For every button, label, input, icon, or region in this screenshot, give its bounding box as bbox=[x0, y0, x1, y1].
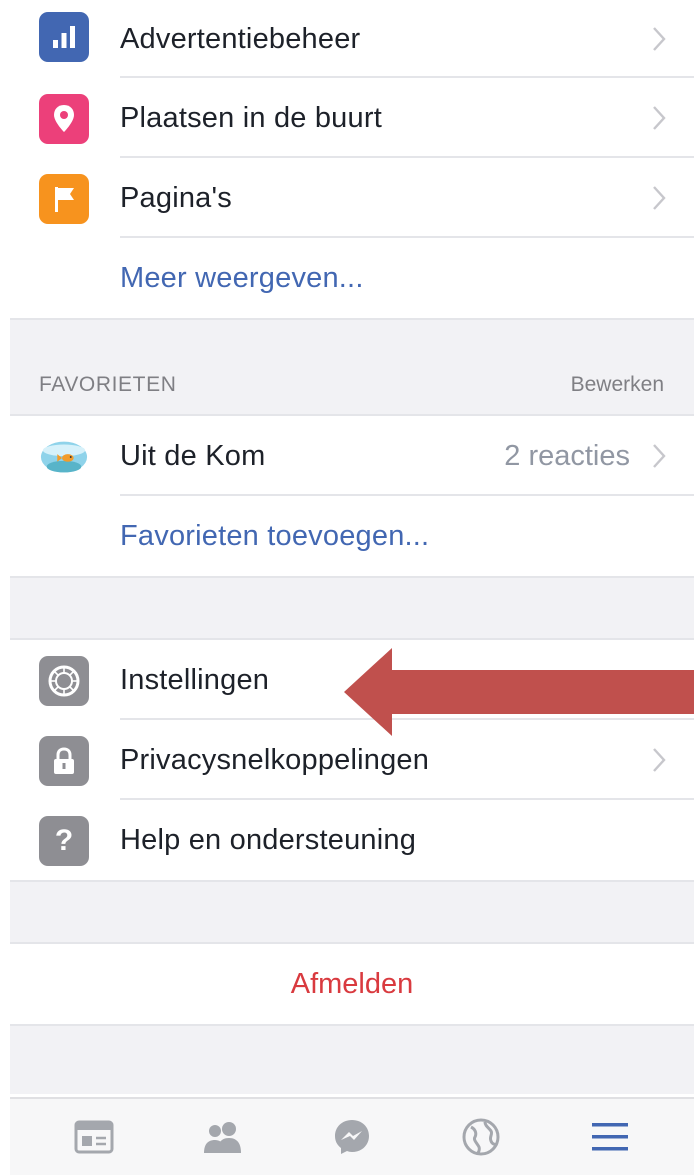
flag-icon bbox=[39, 174, 89, 224]
annotation-arrow bbox=[344, 648, 694, 736]
chevron-right-icon bbox=[653, 444, 666, 468]
location-pin-icon bbox=[39, 94, 89, 144]
menu-item-label: Pagina's bbox=[120, 181, 232, 214]
menu-item-places-nearby[interactable]: Plaatsen in de buurt bbox=[10, 78, 694, 158]
menu-screen: Advertentiebeheer Plaatsen in de buurt P… bbox=[10, 0, 694, 1175]
messenger-icon bbox=[334, 1120, 369, 1154]
reactions-count: 2 reacties bbox=[504, 439, 630, 472]
menu-item-label: Plaatsen in de buurt bbox=[120, 101, 382, 134]
friends-icon bbox=[204, 1122, 242, 1153]
gear-icon bbox=[39, 656, 89, 706]
logout-button[interactable]: Afmelden bbox=[291, 968, 414, 1001]
favorite-item-uit-de-kom[interactable]: Uit de Kom 2 reacties bbox=[10, 416, 694, 496]
add-favorites-link[interactable]: Favorieten toevoegen... bbox=[120, 520, 429, 553]
lock-icon bbox=[39, 736, 89, 786]
globe-icon bbox=[462, 1118, 500, 1156]
favorites-section-header: FAVORIETEN Bewerken bbox=[10, 318, 694, 416]
section-gap bbox=[10, 880, 694, 944]
tab-messenger[interactable] bbox=[322, 1107, 382, 1167]
chevron-right-icon bbox=[653, 186, 666, 210]
menu-icon bbox=[591, 1123, 628, 1151]
menu-item-ads-manager[interactable]: Advertentiebeheer bbox=[10, 0, 694, 78]
tab-news-feed[interactable] bbox=[64, 1107, 124, 1167]
section-title: FAVORIETEN bbox=[39, 373, 177, 396]
menu-item-label: Instellingen bbox=[120, 663, 270, 696]
edit-favorites-button[interactable]: Bewerken bbox=[571, 373, 664, 397]
section-gap bbox=[10, 1024, 694, 1094]
tab-notifications[interactable] bbox=[451, 1107, 511, 1167]
menu-item-label: Privacysnelkoppelingen bbox=[120, 743, 430, 776]
show-more-row[interactable]: Meer weergeven... bbox=[10, 238, 694, 318]
add-favorites-row[interactable]: Favorieten toevoegen... bbox=[10, 496, 694, 576]
menu-item-label: Help en ondersteuning bbox=[120, 823, 417, 856]
fishbowl-icon bbox=[39, 432, 89, 482]
show-more-link[interactable]: Meer weergeven... bbox=[120, 262, 364, 295]
question-icon: ? bbox=[39, 816, 89, 866]
menu-item-label: Advertentiebeheer bbox=[120, 22, 361, 55]
tab-bar bbox=[10, 1097, 694, 1175]
section-gap bbox=[10, 576, 694, 640]
tab-friends[interactable] bbox=[193, 1107, 253, 1167]
logout-row[interactable]: Afmelden bbox=[10, 944, 694, 1024]
tab-menu[interactable] bbox=[580, 1107, 640, 1167]
chevron-right-icon bbox=[653, 27, 666, 51]
menu-item-help-support[interactable]: ? Help en ondersteuning bbox=[10, 800, 694, 880]
menu-item-pages[interactable]: Pagina's bbox=[10, 158, 694, 238]
favorite-item-label: Uit de Kom bbox=[120, 439, 266, 472]
chevron-right-icon bbox=[653, 106, 666, 130]
news-feed-icon bbox=[74, 1120, 114, 1154]
chevron-right-icon bbox=[653, 748, 666, 772]
ads-manager-icon bbox=[39, 12, 89, 62]
